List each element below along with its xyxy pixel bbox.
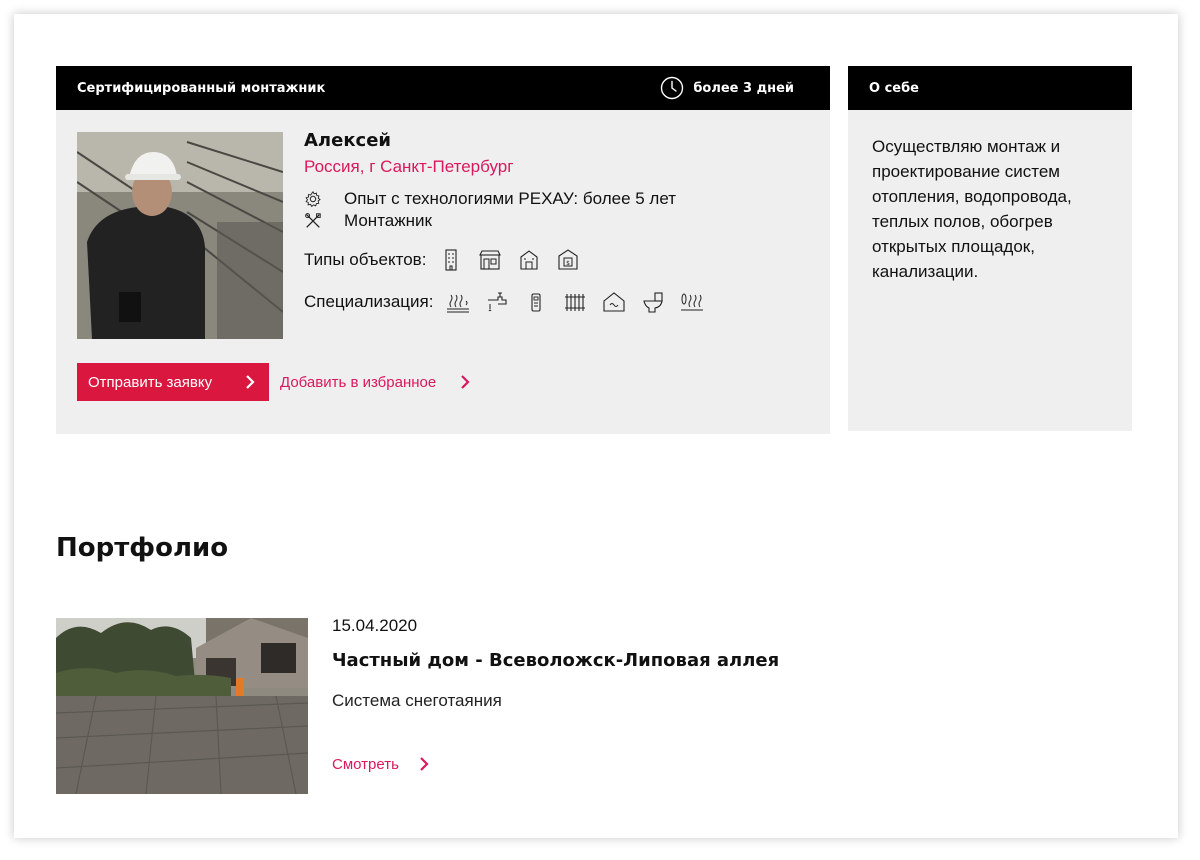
installer-location: Россия, г Санкт-Петербург — [304, 157, 514, 176]
view-portfolio-label: Смотреть — [332, 755, 399, 773]
chevron-right-icon — [417, 755, 431, 773]
role-text: Монтажник — [344, 211, 432, 230]
specialization-label: Специализация: — [304, 292, 434, 311]
clock-icon — [660, 76, 684, 100]
send-request-label: Отправить заявку — [88, 373, 213, 391]
portfolio-item-photo[interactable] — [56, 618, 308, 794]
house-icon — [514, 245, 544, 275]
about-text: Осуществляю монтаж и проектирование сист… — [872, 137, 1072, 281]
floor-heating-icon — [443, 287, 473, 317]
chevron-right-icon — [458, 373, 472, 391]
portfolio-item-title: Частный дом - Всеволожск-Липовая аллея — [332, 650, 780, 671]
role-row: Монтажник — [304, 211, 804, 231]
chevron-right-icon — [243, 373, 257, 391]
specialization-row: Специализация: — [304, 287, 804, 317]
shop-icon — [475, 245, 505, 275]
portfolio-item-system: Система снеготаяния — [332, 691, 502, 710]
installer-photo — [77, 132, 283, 339]
water-tap-icon — [482, 287, 512, 317]
about-card: О себе Осуществляю монтаж и проектирован… — [848, 66, 1132, 431]
experience-text: Опыт с технологиями РЕХАУ: более 5 лет — [344, 189, 677, 208]
svg-text:$: $ — [567, 260, 571, 267]
add-to-favorites-link[interactable]: Добавить в избранное — [280, 373, 472, 391]
response-time-label: более 3 дней — [693, 80, 794, 96]
thermostat-icon — [521, 287, 551, 317]
about-header: О себе — [848, 66, 1132, 110]
specialization-icons — [443, 287, 716, 317]
installer-card-header: Сертифицированный монтажник более 3 дней — [56, 66, 830, 110]
send-request-button[interactable]: Отправить заявку — [77, 363, 269, 401]
view-portfolio-link[interactable]: Смотреть — [332, 755, 1032, 773]
object-types-row: Типы объектов: $ — [304, 245, 804, 275]
experience-row: Опыт с технологиями РЕХАУ: более 5 лет — [304, 189, 804, 209]
portfolio-item: 15.04.2020 Частный дом - Всеволожск-Липо… — [332, 616, 1032, 773]
installer-card: Сертифицированный монтажник более 3 дней — [56, 66, 830, 434]
portfolio-item-date: 15.04.2020 — [332, 616, 418, 635]
card-actions: Отправить заявку Добавить в избранное — [77, 363, 472, 401]
installer-info: Алексей Россия, г Санкт-Петербург Опыт с… — [304, 130, 804, 317]
object-types-label: Типы объектов: — [304, 250, 427, 269]
installer-name: Алексей — [304, 130, 392, 151]
object-types-icons: $ — [436, 245, 592, 275]
add-to-favorites-label: Добавить в избранное — [280, 373, 437, 391]
snow-melting-icon — [677, 287, 707, 317]
radiator-icon — [560, 287, 590, 317]
card-header-title: Сертифицированный монтажник — [77, 80, 326, 96]
house-heating-icon — [599, 287, 629, 317]
apartment-building-icon — [436, 245, 466, 275]
portfolio-title: Портфолио — [56, 533, 229, 563]
gear-icon — [304, 189, 332, 209]
response-time: более 3 дней — [660, 76, 794, 100]
bank-icon: $ — [553, 245, 583, 275]
toilet-icon — [638, 287, 668, 317]
tools-icon — [304, 211, 332, 231]
